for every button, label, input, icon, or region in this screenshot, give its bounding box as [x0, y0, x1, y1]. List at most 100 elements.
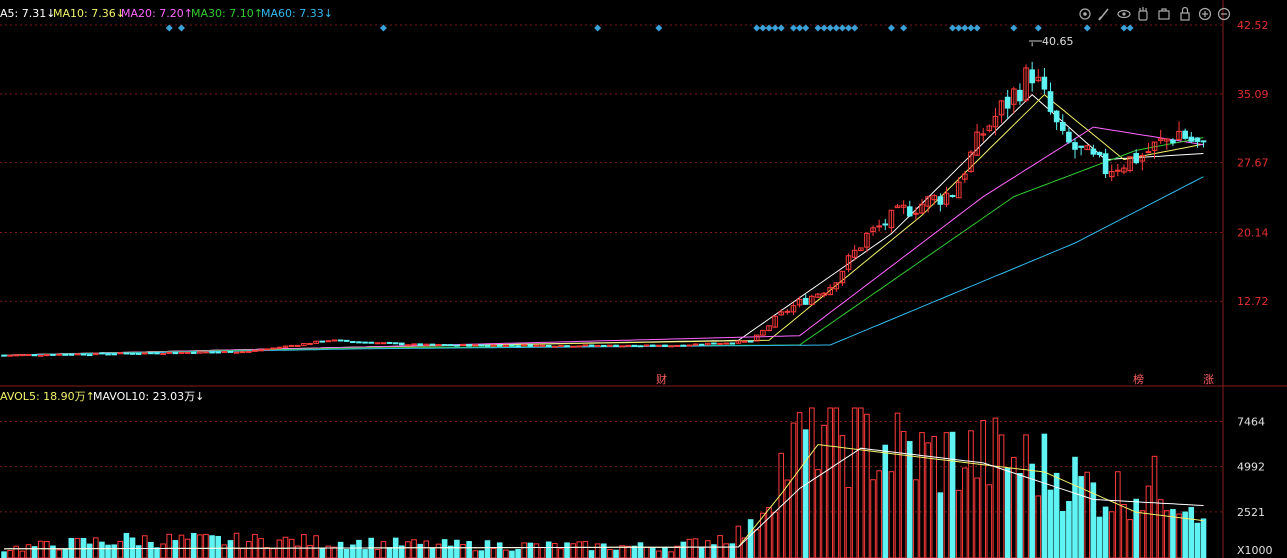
candle-body [1096, 151, 1103, 156]
candle-body [405, 344, 411, 347]
volume-bar [613, 549, 619, 558]
volume-bar [949, 431, 956, 558]
volume-bar [845, 487, 852, 558]
eye-icon[interactable] [1117, 9, 1131, 19]
signal-marker[interactable] [1083, 24, 1091, 32]
candle-body [1145, 151, 1152, 154]
signal-marker[interactable] [814, 24, 822, 32]
signal-marker[interactable] [845, 24, 853, 32]
volume-bar [1017, 473, 1023, 558]
volume-bar [1102, 506, 1109, 558]
candle-body [264, 348, 270, 351]
annotation-bang[interactable]: 榜 [1133, 372, 1144, 386]
candle-body [307, 342, 313, 345]
volume-bar [1004, 467, 1011, 558]
volume-bar [1066, 500, 1072, 558]
signal-marker[interactable] [789, 24, 797, 32]
volume-bar [558, 548, 564, 558]
hand-icon[interactable] [1138, 7, 1148, 21]
signal-marker[interactable] [887, 24, 895, 32]
volume-bar [955, 489, 962, 558]
volume-bar [1157, 499, 1164, 558]
signal-marker[interactable] [771, 24, 779, 32]
signal-marker[interactable] [379, 24, 387, 32]
volume-bars [1, 407, 1207, 558]
signal-marker[interactable] [765, 24, 773, 32]
volume-bar [833, 407, 840, 558]
signal-marker[interactable] [777, 24, 785, 32]
volume-bar [7, 549, 13, 558]
signal-marker[interactable] [177, 24, 185, 32]
volume-bar [668, 551, 674, 558]
signal-marker[interactable] [1010, 24, 1018, 32]
volume-bar [264, 547, 270, 558]
signal-marker[interactable] [973, 24, 981, 32]
brush-icon[interactable] [1098, 8, 1109, 21]
candle-body [588, 344, 595, 347]
signal-marker[interactable] [851, 24, 859, 32]
candle-body [343, 339, 350, 342]
signal-marker[interactable] [796, 24, 804, 32]
candle-body [1102, 153, 1109, 175]
signal-marker[interactable] [961, 24, 969, 32]
volume-legend: AVOL5: 18.90万↑ MAVOL10: 23.03万↓ [0, 390, 204, 403]
ma-line-ma60 [3, 176, 1204, 356]
signal-marker[interactable] [759, 24, 767, 32]
volume-bar [270, 548, 277, 558]
zoom-in-icon[interactable] [1198, 7, 1212, 21]
signal-marker[interactable] [1126, 24, 1134, 32]
signal-marker[interactable] [820, 24, 828, 32]
signal-marker[interactable] [949, 24, 957, 32]
volume-bar [656, 550, 662, 558]
volume-bar [919, 432, 925, 558]
annotation-cai[interactable]: 财 [656, 372, 667, 386]
volume-bar [472, 550, 479, 558]
volume-bar [753, 529, 760, 558]
signal-marker[interactable] [1034, 24, 1042, 32]
volume-bar [362, 549, 368, 558]
volume-bar [111, 544, 117, 558]
candle-body [1078, 145, 1084, 148]
settings-icon[interactable] [1079, 8, 1091, 20]
volume-bar [1194, 522, 1201, 558]
signal-marker[interactable] [1120, 24, 1128, 32]
candle-body [184, 351, 191, 354]
volume-bar [337, 541, 344, 558]
volume-bar [527, 542, 534, 558]
volume-bar [692, 538, 699, 558]
volume-bar [454, 539, 460, 558]
candle-body [1029, 69, 1035, 84]
candle-body [729, 342, 736, 345]
signal-marker[interactable] [826, 24, 834, 32]
volume-bar [925, 442, 931, 558]
signal-marker[interactable] [967, 24, 975, 32]
volume-bar [319, 547, 326, 558]
signal-marker[interactable] [832, 24, 840, 32]
candle-body [1059, 121, 1066, 131]
signal-marker[interactable] [900, 24, 908, 32]
signal-marker[interactable] [594, 24, 602, 32]
signal-marker[interactable] [165, 24, 173, 32]
signal-marker[interactable] [955, 24, 963, 32]
candle-body [62, 353, 69, 356]
volume-bar [931, 436, 938, 558]
signal-marker[interactable] [802, 24, 810, 32]
candle-body [613, 344, 619, 347]
bag-icon[interactable] [1158, 8, 1170, 20]
candle-body [674, 344, 681, 347]
candle-body [19, 354, 26, 357]
signal-marker[interactable] [655, 24, 663, 32]
volume-bar [197, 534, 203, 558]
candle-body [166, 351, 173, 354]
candle-body [515, 345, 521, 348]
zoom-out-icon[interactable] [1217, 7, 1231, 21]
signal-marker[interactable] [753, 24, 761, 32]
lock-icon[interactable] [1180, 6, 1190, 21]
volume-bar [564, 542, 570, 558]
volume-bar [50, 545, 56, 558]
annotation-zhang[interactable]: 涨 [1203, 373, 1214, 386]
volume-bar [533, 543, 540, 558]
signal-marker[interactable] [838, 24, 846, 32]
volume-bar [1176, 513, 1182, 558]
candle-body [258, 349, 264, 352]
